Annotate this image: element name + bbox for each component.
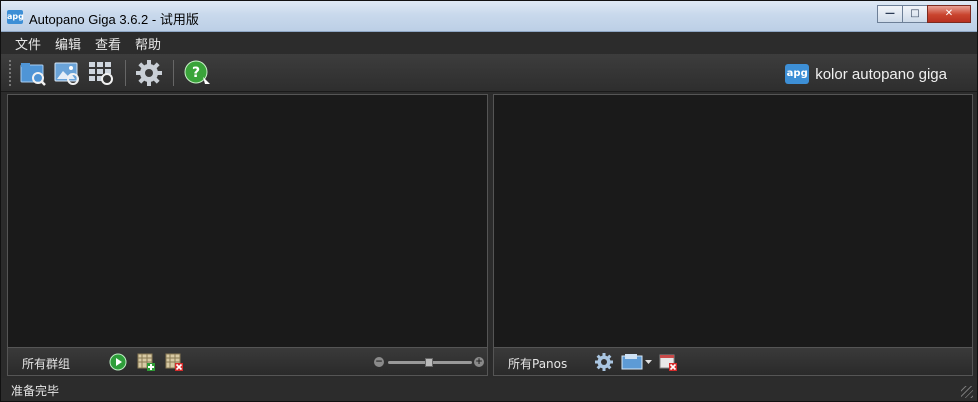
remove-pano-icon[interactable] [658, 352, 678, 372]
add-group-icon[interactable] [136, 352, 156, 372]
svg-text:?: ? [192, 65, 200, 81]
groups-panel[interactable]: 所有群组 − + [7, 94, 488, 376]
toolbar-grip[interactable] [9, 60, 11, 86]
toolbar: ? apg kolor autopano giga [1, 54, 977, 92]
toolbar-separator [173, 60, 174, 86]
groups-label: 所有群组 [22, 357, 71, 371]
open-folder-icon[interactable] [19, 59, 47, 87]
window-title: Autopano Giga 3.6.2 - 试用版 [29, 12, 199, 27]
detect-grid-icon[interactable] [87, 59, 115, 87]
app-window: apg Autopano Giga 3.6.2 - 试用版 — □ ✕ 文件 编… [0, 0, 978, 402]
help-icon[interactable]: ? [183, 59, 211, 87]
status-bar: 准备完毕 [1, 378, 977, 401]
panos-panel[interactable]: 所有Panos [493, 94, 973, 376]
title-bar[interactable]: apg Autopano Giga 3.6.2 - 试用版 — □ ✕ [1, 1, 977, 32]
settings-gear-icon[interactable] [135, 59, 163, 87]
status-text: 准备完毕 [11, 384, 60, 398]
brand-text: kolor autopano giga [815, 65, 947, 83]
brand-badge: apg [785, 64, 810, 84]
menu-view[interactable]: 查看 [95, 34, 121, 53]
window-controls: — □ ✕ [877, 5, 971, 23]
resize-grip[interactable] [961, 386, 973, 398]
menu-edit[interactable]: 编辑 [55, 34, 81, 53]
remove-group-icon[interactable] [164, 352, 184, 372]
maximize-button[interactable]: □ [902, 5, 928, 23]
groups-footer: 所有群组 − + [8, 347, 487, 375]
close-button[interactable]: ✕ [927, 5, 971, 23]
menu-file[interactable]: 文件 [15, 34, 41, 53]
zoom-out-button[interactable]: − [374, 357, 384, 367]
toolbar-separator [125, 60, 126, 86]
minimize-button[interactable]: — [877, 5, 903, 23]
panos-footer: 所有Panos [494, 347, 972, 375]
app-icon: apg [7, 10, 24, 24]
menu-bar: 文件 编辑 查看 帮助 [1, 32, 977, 54]
import-images-icon[interactable] [53, 59, 81, 87]
zoom-slider-thumb[interactable] [425, 358, 433, 367]
brand-logo: apg kolor autopano giga [785, 64, 947, 84]
render-settings-gear-icon[interactable] [594, 352, 614, 372]
zoom-in-button[interactable]: + [474, 357, 484, 367]
play-detect-icon[interactable] [108, 352, 128, 372]
render-dropdown-icon[interactable] [620, 352, 654, 372]
panos-label: 所有Panos [508, 357, 568, 371]
menu-help[interactable]: 帮助 [135, 34, 161, 53]
